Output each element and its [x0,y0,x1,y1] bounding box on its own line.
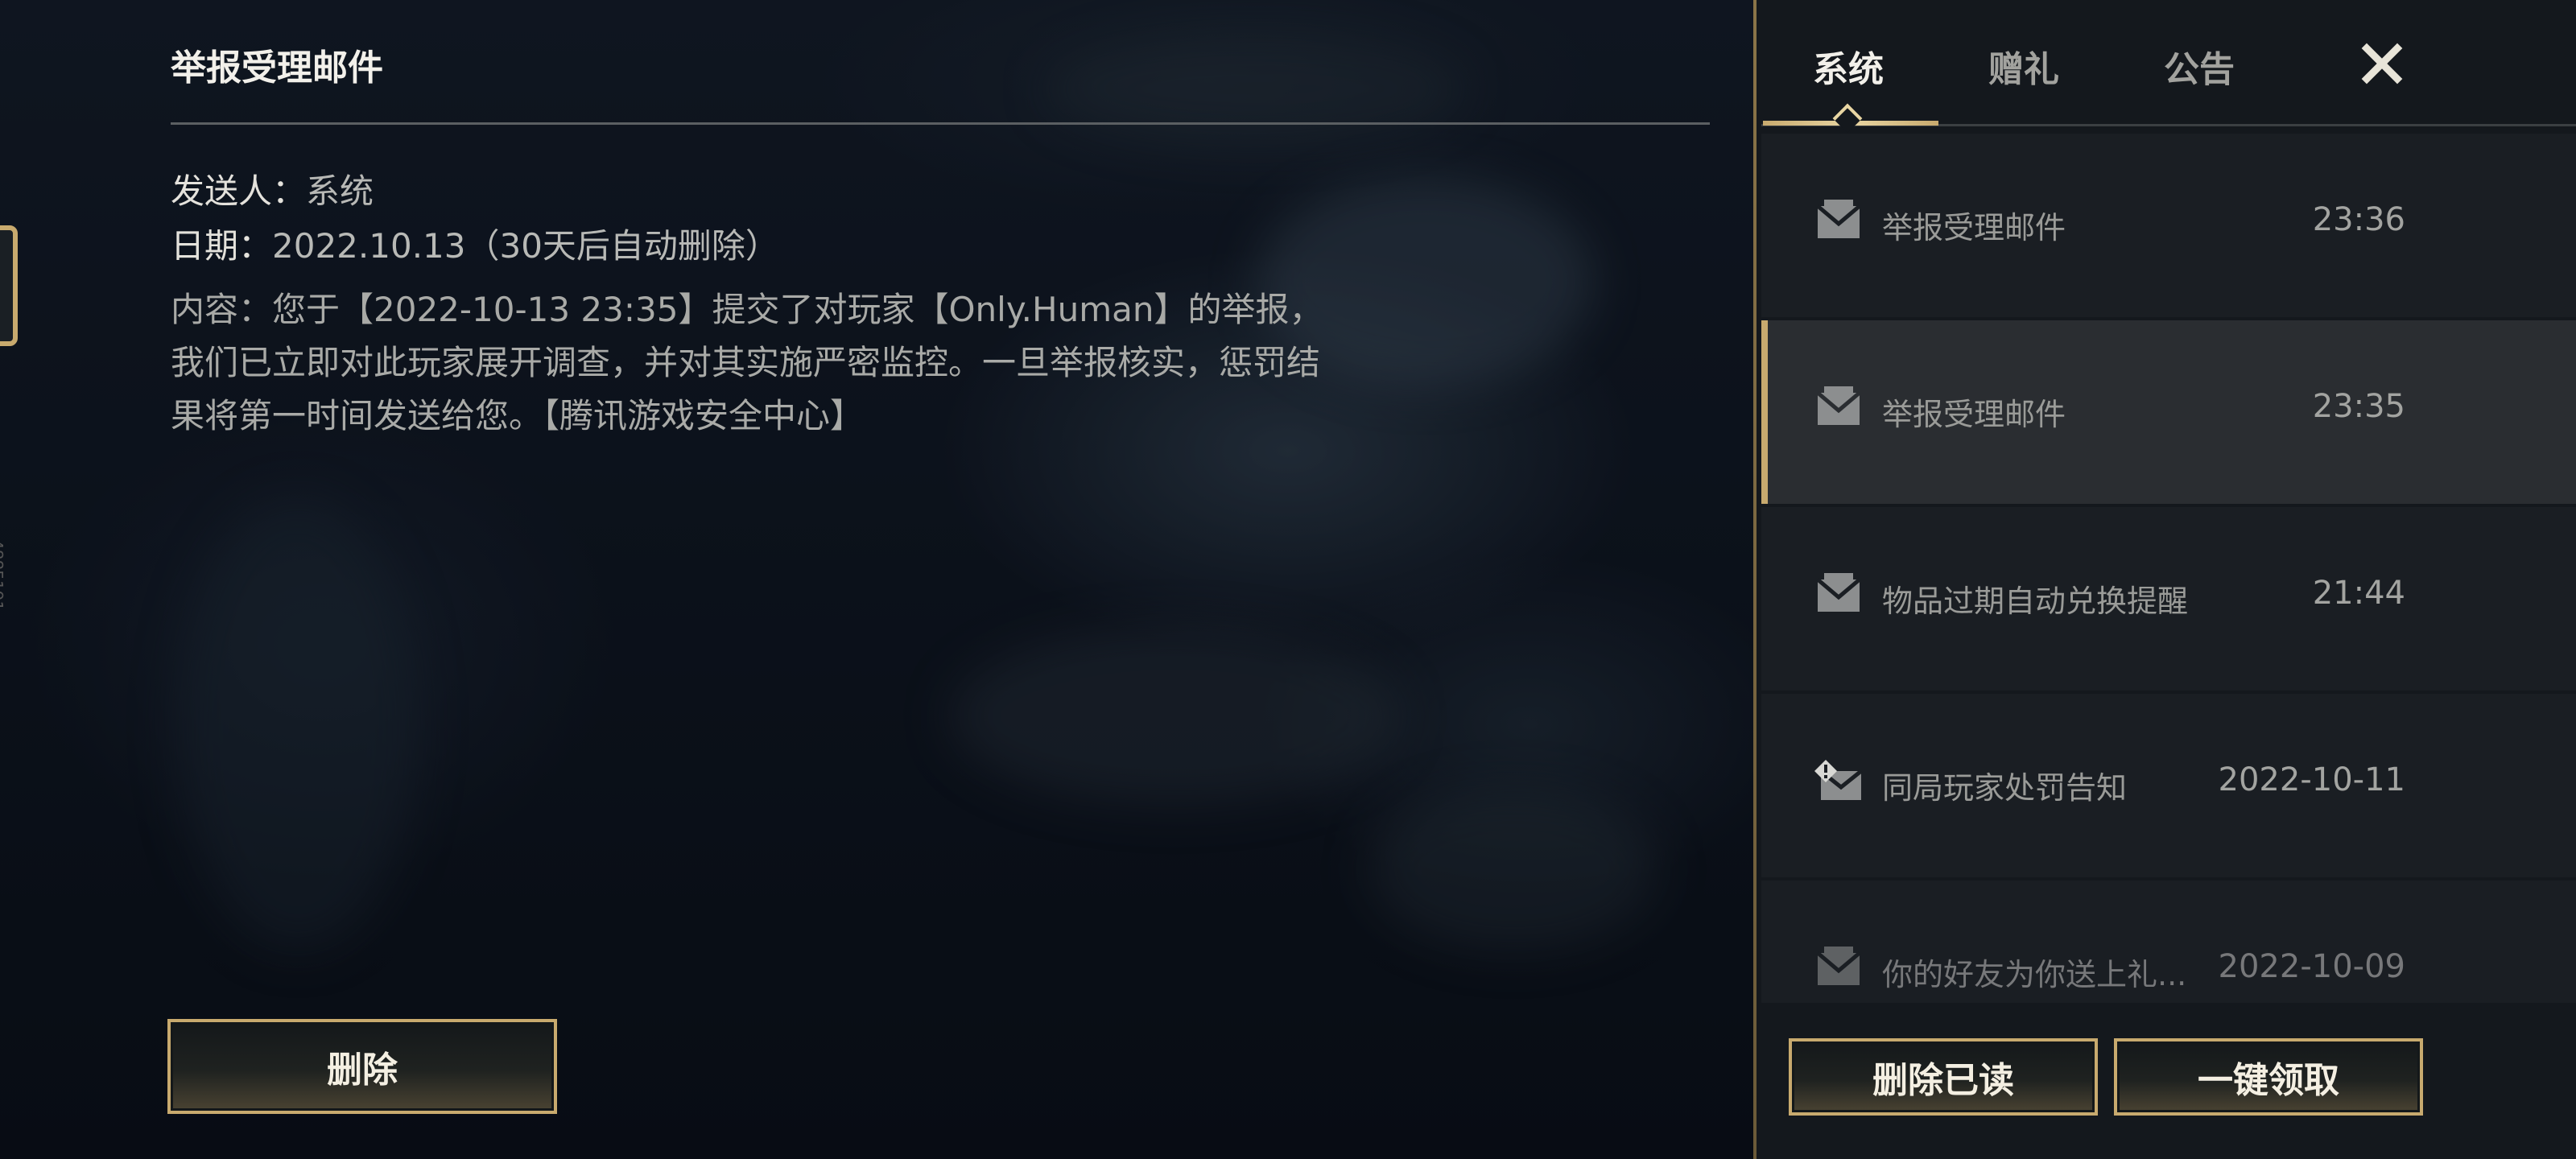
mail-list: 举报受理邮件 23:36 举报受理邮件 23:35 物品过期自动兑换提醒 21:… [1761,134,2576,1003]
mail-item-title: 你的好友为你送上礼... [1882,957,2187,992]
mail-list-item[interactable]: 举报受理邮件 23:35 [1761,320,2576,504]
mail-item-time: 2022-10-09 [2218,948,2405,985]
delete-button[interactable]: 删除 [167,1019,557,1114]
close-icon[interactable] [2354,35,2410,92]
title-divider [171,122,1710,125]
mail-item-time: 2022-10-11 [2218,761,2405,798]
mail-item-title: 物品过期自动兑换提醒 [1882,584,2189,619]
date-value: 2022.10.13（30天后自动删除） [272,226,779,266]
mail-icon [1814,200,1863,241]
sender-value: 系统 [306,171,374,211]
mail-list-item[interactable]: 举报受理邮件 23:36 [1761,134,2576,317]
mail-content: 内容：您于【2022-10-13 23:35】提交了对玩家【Only.Human… [171,290,1323,435]
date-line: 日期：2022.10.13（30天后自动删除） [171,219,779,268]
tab-gift[interactable]: 赠礼 [1988,40,2059,92]
claim-all-button[interactable]: 一键领取 [2114,1038,2423,1116]
panel-border [1753,0,1757,1159]
mail-alert-icon [1814,760,1863,802]
sender-label: 发送人： [171,171,307,211]
mail-item-time: 23:36 [2312,201,2405,238]
delete-read-button[interactable]: 删除已读 [1789,1038,2098,1116]
mail-item-time: 21:44 [2312,575,2405,612]
mail-list-item[interactable]: 同局玩家处罚告知 2022-10-11 [1761,694,2576,877]
date-label: 日期： [171,226,273,266]
tab-system[interactable]: 系统 [1813,40,1884,92]
mail-item-title: 同局玩家处罚告知 [1882,770,2128,806]
mail-icon [1814,573,1863,615]
mail-item-title: 举报受理邮件 [1882,397,2066,432]
tab-announcement[interactable]: 公告 [2164,40,2235,92]
mail-list-item[interactable]: 物品过期自动兑换提醒 21:44 [1761,507,2576,691]
mail-detail-title: 举报受理邮件 [171,47,383,89]
mail-icon [1814,947,1863,988]
mail-list-item[interactable]: 你的好友为你送上礼... 2022-10-09 [1761,881,2576,1003]
mail-detail-pane: 举报受理邮件 发送人：系统 日期：2022.10.13（30天后自动删除） 内容… [0,0,1755,1159]
mail-item-time: 23:35 [2312,388,2405,425]
mail-item-title: 举报受理邮件 [1882,210,2066,245]
selected-indicator [1761,320,1768,504]
sender-line: 发送人：系统 [171,164,374,213]
mail-icon [1814,386,1863,428]
